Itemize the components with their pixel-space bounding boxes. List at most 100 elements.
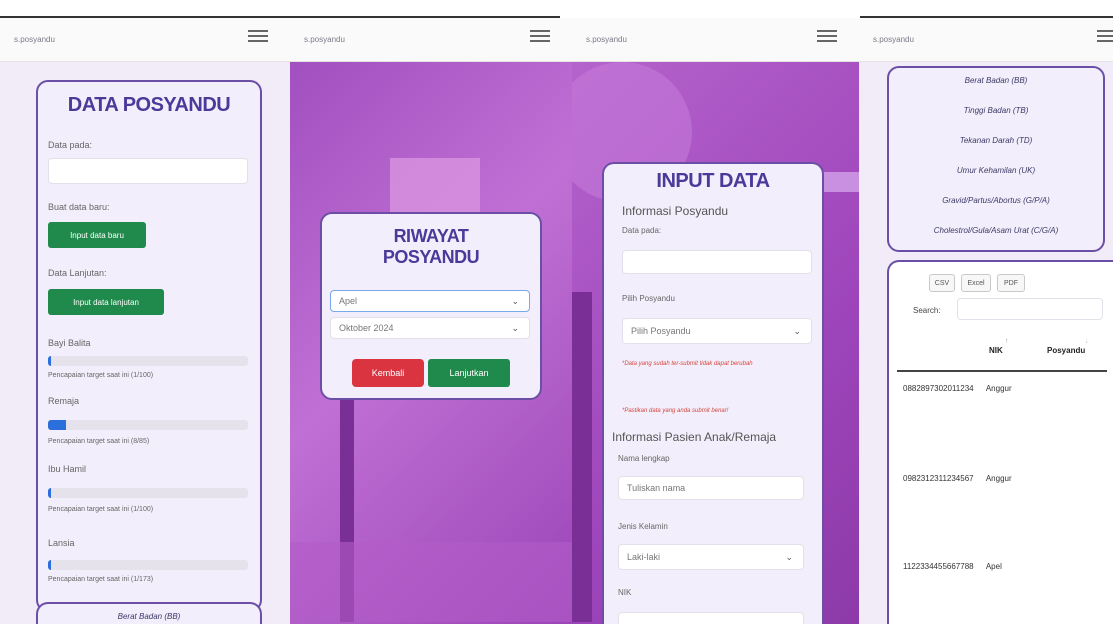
- progress-bar: [48, 420, 248, 430]
- data-pada-label: Data pada:: [622, 226, 662, 235]
- progress-fill: [48, 420, 66, 430]
- cell-posyandu: Anggur: [985, 474, 1012, 483]
- excel-button[interactable]: Excel: [961, 274, 991, 292]
- pdf-button[interactable]: PDF: [997, 274, 1025, 292]
- chevron-down-icon: ⌄: [785, 551, 793, 562]
- input-lanjutan-button[interactable]: Input data lanjutan: [48, 289, 164, 315]
- panel-input-data: s.posyandu INPUT DATA Informasi Posyandu…: [572, 18, 859, 624]
- data-pada-input[interactable]: [622, 250, 812, 274]
- warning-note: *Pastikan data yang anda submit benar!: [622, 408, 729, 414]
- title-line-2: POSYANDU: [382, 247, 480, 267]
- table-row[interactable]: 0882897302011234 Anggur: [903, 384, 1012, 393]
- progress-note: Pencapaian target saat ini (8/85): [48, 438, 150, 445]
- progress-label: Bayi Balita: [48, 338, 91, 348]
- page-title: DATA POSYANDU: [67, 94, 231, 116]
- menu-icon[interactable]: [817, 27, 837, 43]
- riwayat-card: RIWAYAT POSYANDU Apel ⌄ Oktober 2024 ⌄ K…: [320, 212, 542, 400]
- bulan-select[interactable]: Oktober 2024 ⌄: [330, 317, 530, 339]
- table-row[interactable]: 0982312311234567 Anggur: [903, 474, 1012, 483]
- section-informasi-posyandu: Informasi Posyandu: [622, 204, 729, 218]
- input-baru-button[interactable]: Input data baru: [48, 222, 146, 248]
- buat-baru-label: Buat data baru:: [48, 202, 110, 212]
- progress-fill: [48, 560, 51, 570]
- search-input[interactable]: [957, 298, 1103, 320]
- nama-label: Nama lengkap: [618, 454, 670, 463]
- panel-data-posyandu: s.posyandu DATA POSYANDU Data pada: Buat…: [0, 18, 290, 624]
- lanjutkan-button[interactable]: Lanjutkan: [428, 359, 510, 387]
- posyandu-select[interactable]: Apel ⌄: [330, 290, 530, 312]
- kembali-button[interactable]: Kembali: [352, 359, 424, 387]
- bg-pillar-shape: [572, 292, 592, 622]
- data-pada-label: Data pada:: [48, 140, 93, 150]
- progress-label: Remaja: [48, 396, 80, 406]
- jenis-kelamin-value: Laki-laki: [627, 552, 661, 562]
- sort-icon[interactable]: ↑: [1005, 338, 1009, 345]
- cell-nik: 0982312311234567: [903, 474, 974, 483]
- column-menu-card: Berat Badan (BB) Tinggi Badan (TB) Tekan…: [887, 66, 1105, 252]
- bottom-card-title: Berat Badan (BB): [117, 612, 181, 621]
- navbar: s.posyandu: [290, 18, 572, 62]
- chevron-down-icon: ⌄: [793, 325, 801, 336]
- search-label: Search:: [913, 306, 941, 315]
- column-toggle-item[interactable]: Berat Badan (BB): [889, 76, 1103, 85]
- table-row[interactable]: 1122334455667788 Apel: [903, 562, 1002, 571]
- progress-bar: [48, 560, 248, 570]
- chevron-down-icon: ⌄: [511, 322, 519, 333]
- nama-input[interactable]: Tuliskan nama: [618, 476, 804, 500]
- page-title: INPUT DATA: [656, 170, 770, 192]
- column-toggle-item[interactable]: Umur Kehamilan (UK): [889, 166, 1103, 175]
- bg-floor-shape: [290, 542, 572, 622]
- column-header-posyandu[interactable]: Posyandu: [1047, 346, 1085, 355]
- progress-bar: [48, 356, 248, 366]
- navbar: s.posyandu: [0, 18, 290, 62]
- cell-posyandu: Anggur: [985, 384, 1012, 393]
- page-title: RIWAYAT POSYANDU: [322, 226, 540, 268]
- lanjutan-label: Data Lanjutan:: [48, 268, 107, 278]
- brand-logo[interactable]: s.posyandu: [304, 35, 345, 44]
- bottom-card: Berat Badan (BB): [36, 602, 262, 624]
- data-posyandu-card: DATA POSYANDU Data pada: Buat data baru:…: [36, 80, 262, 612]
- brand-logo[interactable]: s.posyandu: [586, 35, 627, 44]
- nama-placeholder: Tuliskan nama: [627, 483, 686, 493]
- navbar: s.posyandu: [572, 18, 859, 62]
- panel-data-table: s.posyandu Berat Badan (BB) Tinggi Badan…: [859, 18, 1113, 624]
- progress-note: Pencapaian target saat ini (1/100): [48, 506, 154, 513]
- cell-nik: 0882897302011234: [903, 384, 974, 393]
- warning-note: *Data yang sudah ter-submit tidak dapat …: [622, 361, 753, 367]
- table-header-divider: [897, 370, 1107, 372]
- pilih-posyandu-label: Pilih Posyandu: [622, 294, 675, 303]
- navbar: s.posyandu: [859, 18, 1113, 62]
- pilih-posyandu-value: Pilih Posyandu: [631, 326, 691, 336]
- progress-bar: [48, 488, 248, 498]
- menu-icon[interactable]: [248, 27, 268, 43]
- data-pada-input[interactable]: [48, 158, 248, 184]
- brand-logo[interactable]: s.posyandu: [14, 35, 55, 44]
- column-header-nik[interactable]: NIK: [989, 346, 1003, 355]
- menu-icon[interactable]: [530, 27, 550, 43]
- brand-logo[interactable]: s.posyandu: [873, 35, 914, 44]
- data-table-card: CSV Excel PDF Search: NIK ↑ Posyandu ↓ 0…: [887, 260, 1113, 624]
- progress-fill: [48, 356, 51, 366]
- progress-label: Lansia: [48, 538, 75, 548]
- sort-icon[interactable]: ↓: [1085, 338, 1089, 345]
- cell-posyandu: Apel: [985, 562, 1002, 571]
- jenis-kelamin-select[interactable]: Laki-laki ⌄: [618, 544, 804, 570]
- progress-note: Pencapaian target saat ini (1/173): [48, 576, 154, 583]
- nik-input[interactable]: [618, 612, 804, 624]
- column-toggle-item[interactable]: Tekanan Darah (TD): [889, 136, 1103, 145]
- progress-label: Ibu Hamil: [48, 464, 87, 474]
- menu-icon[interactable]: [1097, 27, 1113, 43]
- jenis-kelamin-label: Jenis Kelamin: [618, 522, 668, 531]
- pilih-posyandu-select[interactable]: Pilih Posyandu ⌄: [622, 318, 812, 344]
- nik-label: NIK: [618, 588, 632, 597]
- input-data-card: INPUT DATA Informasi Posyandu Data pada:…: [602, 162, 824, 624]
- column-toggle-item[interactable]: Cholestrol/Gula/Asam Urat (C/G/A): [889, 226, 1103, 235]
- column-toggle-item[interactable]: Gravid/Partus/Abortus (G/P/A): [889, 196, 1103, 205]
- csv-button[interactable]: CSV: [929, 274, 955, 292]
- progress-fill: [48, 488, 51, 498]
- bulan-select-value: Oktober 2024: [339, 323, 394, 333]
- column-toggle-item[interactable]: Tinggi Badan (TB): [889, 106, 1103, 115]
- title-line-1: RIWAYAT: [393, 226, 469, 246]
- posyandu-select-value: Apel: [339, 296, 358, 306]
- cell-nik: 1122334455667788: [903, 562, 974, 571]
